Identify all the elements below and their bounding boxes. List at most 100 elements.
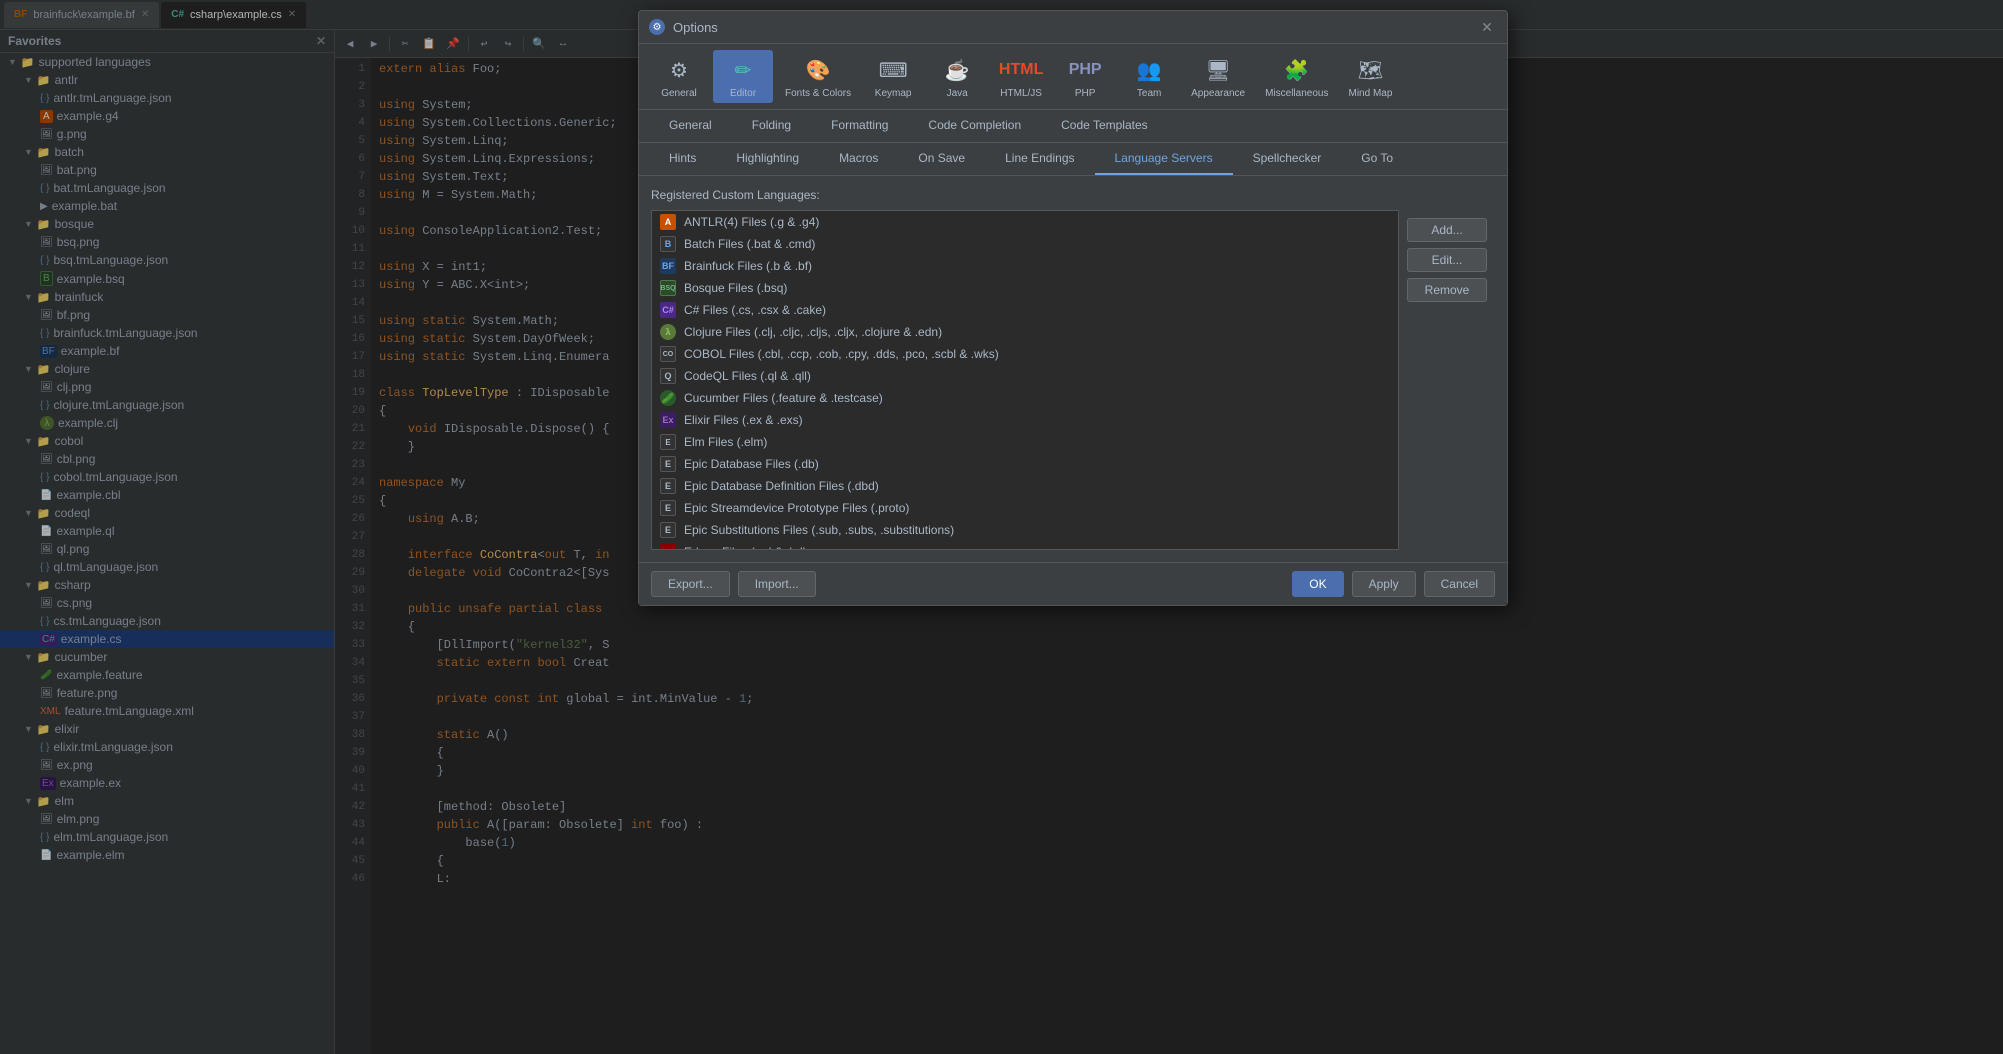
options-content: Registered Custom Languages: A ANTLR(4) … [639,176,1507,562]
apply-button[interactable]: Apply [1352,571,1416,597]
tab-code-templates[interactable]: Code Templates [1041,110,1168,142]
lang-icon-brainfuck: BF [660,258,676,274]
options-dialog: ⚙ Options ✕ ⚙ General ✏ Editor 🎨 Fonts &… [638,10,1508,606]
lang-icon-clojure: λ [660,324,676,340]
java-icon: ☕ [941,54,973,86]
lang-label-csharp: C# Files (.cs, .csx & .cake) [684,303,826,317]
add-button[interactable]: Add... [1407,218,1487,242]
options-toolbar: ⚙ General ✏ Editor 🎨 Fonts & Colors ⌨ Ke… [639,44,1507,110]
toolbar-team-label: Team [1137,88,1161,99]
lang-label-cobol: COBOL Files (.cbl, .ccp, .cob, .cpy, .dd… [684,347,999,361]
side-buttons-panel: Add... Edit... Remove [1399,210,1495,550]
tab-language-servers[interactable]: Language Servers [1095,143,1233,175]
lang-icon-epic-subs: E [660,522,676,538]
lang-icon-codeql: Q [660,368,676,384]
lang-item-antlr[interactable]: A ANTLR(4) Files (.g & .g4) [652,211,1398,233]
toolbar-mindmap-label: Mind Map [1349,88,1393,99]
dialog-title: Options [673,20,1477,35]
lang-label-batch: Batch Files (.bat & .cmd) [684,237,815,251]
list-content-area: A ANTLR(4) Files (.g & .g4) B Batch File… [651,210,1495,550]
toolbar-appearance[interactable]: 🖥 Appearance [1183,50,1253,103]
lang-icon-erlang: ERL [660,544,676,550]
lang-item-cobol[interactable]: CO COBOL Files (.cbl, .ccp, .cob, .cpy, … [652,343,1398,365]
remove-button[interactable]: Remove [1407,278,1487,302]
toolbar-fonts-colors[interactable]: 🎨 Fonts & Colors [777,50,859,103]
lang-icon-epic-proto: E [660,500,676,516]
tab-code-completion[interactable]: Code Completion [908,110,1041,142]
lang-label-epic-dbd: Epic Database Definition Files (.dbd) [684,479,879,493]
dialog-overlay: ⚙ Options ✕ ⚙ General ✏ Editor 🎨 Fonts &… [0,0,2003,1054]
tab-go-to[interactable]: Go To [1341,143,1413,175]
import-button[interactable]: Import... [738,571,816,597]
toolbar-java[interactable]: ☕ Java [927,50,987,103]
lang-item-bosque[interactable]: BSQ Bosque Files (.bsq) [652,277,1398,299]
lang-icon-cucumber: 🥒 [660,390,676,406]
mind-map-icon: 🗺 [1354,54,1386,86]
toolbar-keymap[interactable]: ⌨ Keymap [863,50,923,103]
lang-item-clojure[interactable]: λ Clojure Files (.clj, .cljc, .cljs, .cl… [652,321,1398,343]
html-js-icon: HTML [1005,54,1037,86]
lang-icon-csharp: C# [660,302,676,318]
options-tabs-row2: Hints Highlighting Macros On Save Line E… [639,143,1507,176]
tab-macros[interactable]: Macros [819,143,898,175]
toolbar-mind-map[interactable]: 🗺 Mind Map [1340,50,1400,103]
lang-label-clojure: Clojure Files (.clj, .cljc, .cljs, .cljx… [684,325,942,339]
ok-button[interactable]: OK [1292,571,1343,597]
fonts-colors-icon: 🎨 [802,54,834,86]
dialog-close-button[interactable]: ✕ [1477,17,1497,37]
language-list[interactable]: A ANTLR(4) Files (.g & .g4) B Batch File… [651,210,1399,550]
edit-button[interactable]: Edit... [1407,248,1487,272]
export-button[interactable]: Export... [651,571,730,597]
lang-label-epic-proto: Epic Streamdevice Prototype Files (.prot… [684,501,909,515]
tab-formatting[interactable]: Formatting [811,110,908,142]
toolbar-team[interactable]: 👥 Team [1119,50,1179,103]
dialog-title-icon: ⚙ [649,19,665,35]
lang-item-brainfuck[interactable]: BF Brainfuck Files (.b & .bf) [652,255,1398,277]
lang-label-elm: Elm Files (.elm) [684,435,767,449]
lang-item-cucumber[interactable]: 🥒 Cucumber Files (.feature & .testcase) [652,387,1398,409]
lang-label-epic-db: Epic Database Files (.db) [684,457,819,471]
lang-item-epic-dbd[interactable]: E Epic Database Definition Files (.dbd) [652,475,1398,497]
lang-label-brainfuck: Brainfuck Files (.b & .bf) [684,259,812,273]
toolbar-html-js[interactable]: HTML HTML/JS [991,50,1051,103]
lang-item-codeql[interactable]: Q CodeQL Files (.ql & .qll) [652,365,1398,387]
toolbar-general-label: General [661,88,697,99]
lang-label-epic-subs: Epic Substitutions Files (.sub, .subs, .… [684,523,954,537]
options-tabs-row1: General Folding Formatting Code Completi… [639,110,1507,143]
lang-item-erlang[interactable]: ERL Erlang Files (.erl & .hrl) [652,541,1398,550]
lang-label-erlang: Erlang Files (.erl & .hrl) [684,545,807,550]
toolbar-misc-label: Miscellaneous [1265,88,1328,99]
lang-item-elixir[interactable]: Ex Elixir Files (.ex & .exs) [652,409,1398,431]
lang-icon-bosque: BSQ [660,280,676,296]
lang-label-bosque: Bosque Files (.bsq) [684,281,787,295]
toolbar-php-label: PHP [1075,88,1096,99]
lang-icon-epic-db: E [660,456,676,472]
cancel-button[interactable]: Cancel [1424,571,1495,597]
tab-line-endings[interactable]: Line Endings [985,143,1094,175]
lang-item-epic-proto[interactable]: E Epic Streamdevice Prototype Files (.pr… [652,497,1398,519]
toolbar-htmljs-label: HTML/JS [1000,88,1042,99]
toolbar-miscellaneous[interactable]: 🧩 Miscellaneous [1257,50,1336,103]
lang-icon-batch: B [660,236,676,252]
appearance-icon: 🖥 [1202,54,1234,86]
php-icon: PHP [1069,54,1101,86]
lang-item-elm[interactable]: E Elm Files (.elm) [652,431,1398,453]
toolbar-php[interactable]: PHP PHP [1055,50,1115,103]
lang-item-epic-subs[interactable]: E Epic Substitutions Files (.sub, .subs,… [652,519,1398,541]
lang-item-csharp[interactable]: C# C# Files (.cs, .csx & .cake) [652,299,1398,321]
miscellaneous-icon: 🧩 [1281,54,1313,86]
tab-folding[interactable]: Folding [732,110,811,142]
lang-icon-elm: E [660,434,676,450]
lang-item-epic-db[interactable]: E Epic Database Files (.db) [652,453,1398,475]
toolbar-general[interactable]: ⚙ General [649,50,709,103]
tab-general[interactable]: General [649,110,732,142]
lang-item-batch[interactable]: B Batch Files (.bat & .cmd) [652,233,1398,255]
tab-on-save[interactable]: On Save [898,143,985,175]
keymap-icon: ⌨ [877,54,909,86]
tab-hints[interactable]: Hints [649,143,716,175]
toolbar-editor-label: Editor [730,88,756,99]
language-list-wrapper: A ANTLR(4) Files (.g & .g4) B Batch File… [651,210,1399,550]
toolbar-editor[interactable]: ✏ Editor [713,50,773,103]
tab-highlighting[interactable]: Highlighting [716,143,819,175]
tab-spellchecker[interactable]: Spellchecker [1233,143,1342,175]
